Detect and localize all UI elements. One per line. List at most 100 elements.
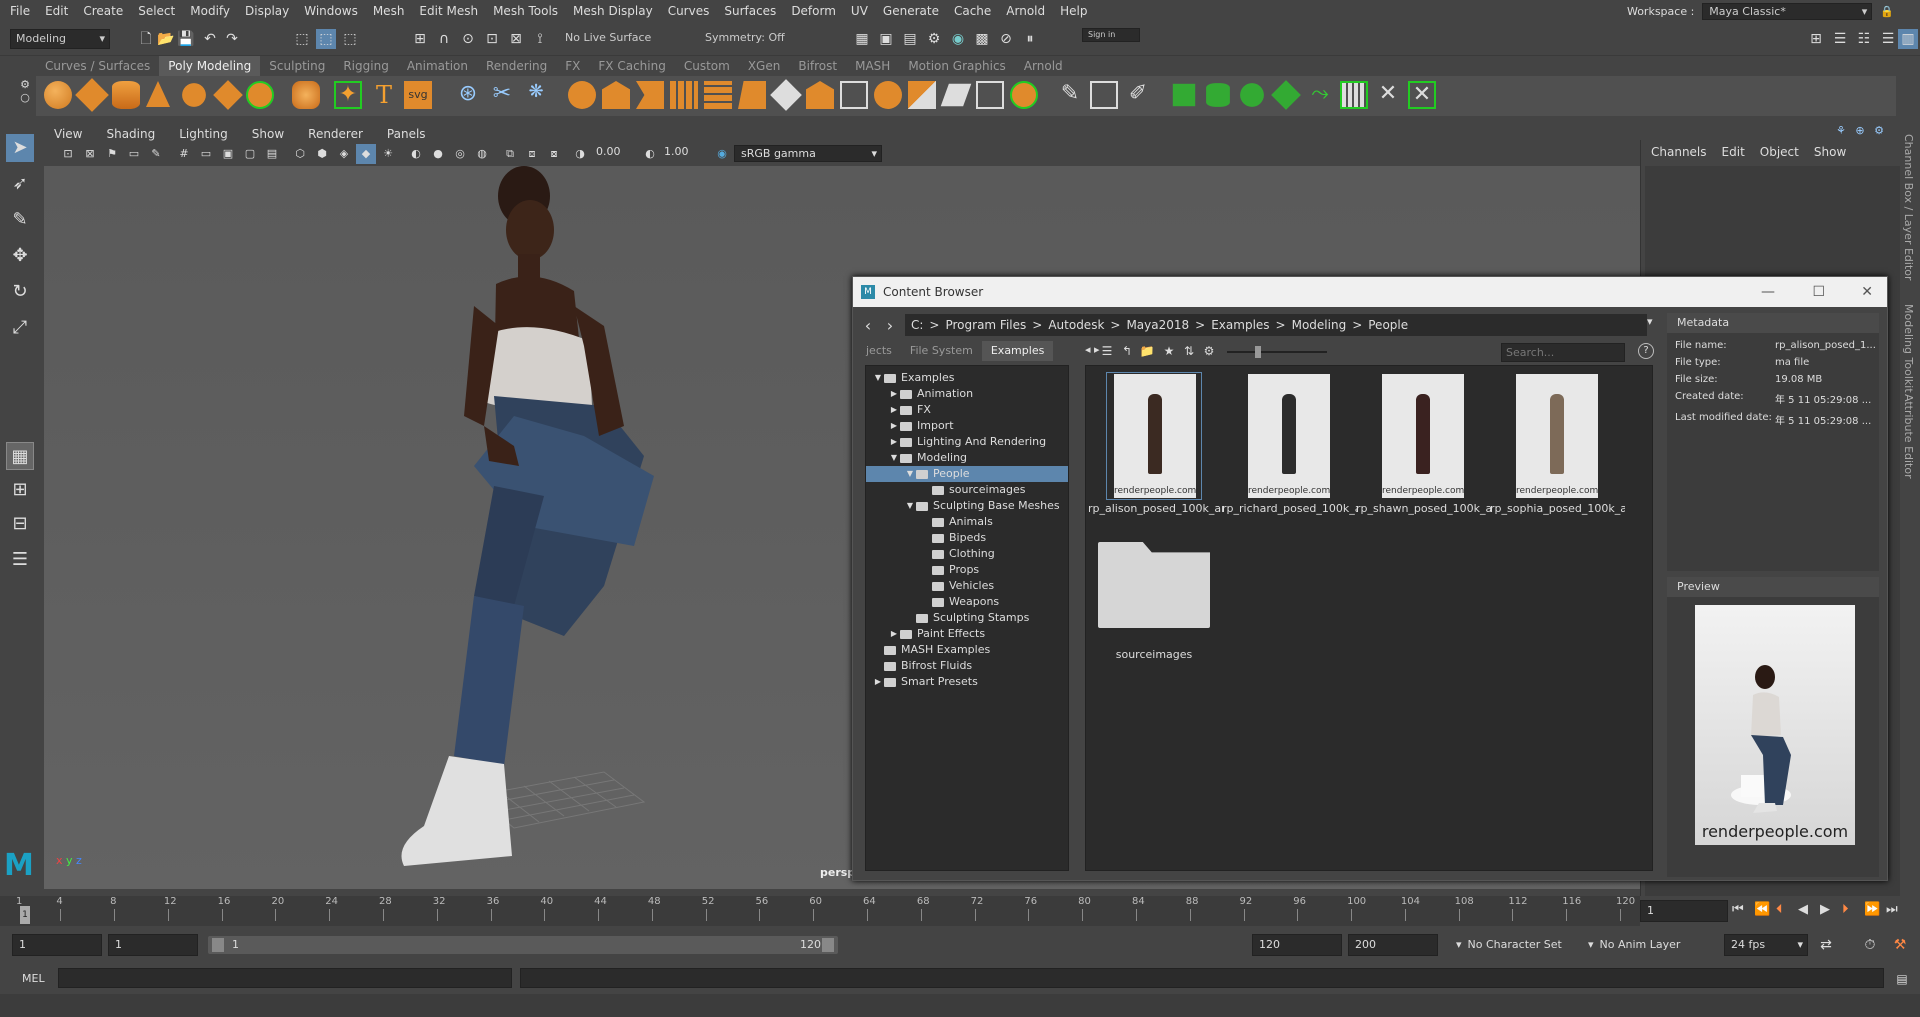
step-forward-key-icon[interactable]: ⏵ bbox=[1842, 902, 1864, 917]
image-plane-icon[interactable]: ▭ bbox=[124, 144, 144, 164]
play-backward-icon[interactable]: ◀ bbox=[1798, 902, 1820, 917]
menu-windows[interactable]: Windows bbox=[304, 4, 358, 18]
poly-plane-icon[interactable] bbox=[213, 80, 243, 110]
menu-deform[interactable]: Deform bbox=[791, 4, 836, 18]
list-view-icon[interactable]: ☰ bbox=[1097, 341, 1117, 361]
open-scene-icon[interactable]: 📂 bbox=[156, 29, 176, 49]
shelf-tab-fx[interactable]: FX bbox=[556, 56, 589, 76]
caret-right-icon[interactable]: ▶ bbox=[888, 418, 900, 434]
ambient-occlusion-icon[interactable]: ● bbox=[428, 144, 448, 164]
viewport-menu-lighting[interactable]: Lighting bbox=[179, 127, 228, 141]
single-perspective-layout-icon[interactable]: ▦ bbox=[6, 442, 34, 470]
svg-icon[interactable]: svg bbox=[404, 81, 432, 109]
caret-right-icon[interactable]: ▶ bbox=[888, 434, 900, 450]
menuset-dropdown[interactable]: Modeling ▾ bbox=[10, 29, 110, 49]
slider-handle[interactable] bbox=[1255, 346, 1261, 358]
color-management-icon[interactable]: ◉ bbox=[712, 144, 732, 164]
shelf-tab-rigging[interactable]: Rigging bbox=[334, 56, 397, 76]
unfold-uv-icon[interactable]: ⤳ bbox=[1306, 81, 1334, 109]
select-tool-icon[interactable]: ➤ bbox=[6, 134, 34, 162]
caret-down-icon[interactable]: ▼ bbox=[872, 370, 884, 386]
menu-mesh-tools[interactable]: Mesh Tools bbox=[493, 4, 558, 18]
shelf-tab-poly-modeling[interactable]: Poly Modeling bbox=[159, 56, 261, 76]
caret-right-icon[interactable]: ▶ bbox=[872, 674, 884, 690]
channel-box-icon[interactable]: ☰ bbox=[1878, 29, 1898, 49]
thumbnail-size-slider[interactable] bbox=[1227, 346, 1327, 358]
xray-joints-icon[interactable]: ⧈ bbox=[522, 144, 542, 164]
lock-icon[interactable]: 🔒 bbox=[1880, 5, 1894, 18]
new-folder-icon[interactable]: 📁 bbox=[1137, 341, 1157, 361]
side-tab-1[interactable]: Channel Box / Layer Editor bbox=[1902, 134, 1915, 281]
mel-label[interactable]: MEL bbox=[22, 972, 45, 985]
viewport-menu-shading[interactable]: Shading bbox=[106, 127, 155, 141]
spherical-uv-icon[interactable] bbox=[1240, 83, 1264, 107]
path-segment[interactable]: People bbox=[1368, 318, 1408, 332]
menu-help[interactable]: Help bbox=[1060, 4, 1087, 18]
menu-select[interactable]: Select bbox=[138, 4, 175, 18]
channel-menu-channels[interactable]: Channels bbox=[1651, 145, 1707, 159]
tree-item[interactable]: Sculpting Stamps bbox=[866, 610, 1068, 626]
menu-mesh[interactable]: Mesh bbox=[373, 4, 405, 18]
mesh-cleanup-icon[interactable] bbox=[1010, 81, 1038, 109]
smooth-icon[interactable]: ❋ bbox=[522, 81, 550, 109]
range-end-handle[interactable] bbox=[822, 938, 834, 952]
shelf-tab-motion-graphics[interactable]: Motion Graphics bbox=[899, 56, 1015, 76]
poly-cone-icon[interactable] bbox=[146, 81, 170, 107]
shelf-tab-custom[interactable]: Custom bbox=[675, 56, 739, 76]
smooth-proxy-icon[interactable] bbox=[874, 81, 902, 109]
poly-sphere-icon[interactable] bbox=[44, 81, 72, 109]
playback-start-field[interactable]: 1 bbox=[108, 934, 198, 956]
animation-start-field[interactable]: 1 bbox=[12, 934, 102, 956]
tree-item[interactable]: ▶ Smart Presets bbox=[866, 674, 1068, 690]
bridge-icon[interactable] bbox=[636, 81, 664, 109]
quadrangulate-icon[interactable] bbox=[940, 83, 972, 107]
channel-menu-object[interactable]: Object bbox=[1760, 145, 1799, 159]
tree-item[interactable]: ▼ People bbox=[866, 466, 1068, 482]
select-object-icon[interactable]: ⬚ bbox=[316, 29, 336, 49]
render-frame-icon[interactable]: ▣ bbox=[876, 29, 896, 49]
rotate-tool-icon[interactable]: ↻ bbox=[6, 278, 34, 306]
symmetry-field[interactable]: Symmetry: Off bbox=[700, 29, 812, 49]
ipr-render-icon[interactable]: ▤ bbox=[900, 29, 920, 49]
pause-viewport-icon[interactable]: ⏸ bbox=[1020, 29, 1040, 49]
save-scene-icon[interactable]: 💾 bbox=[176, 29, 196, 49]
folder-item[interactable] bbox=[1098, 542, 1210, 628]
menu-arnold[interactable]: Arnold bbox=[1006, 4, 1045, 18]
range-slider[interactable]: 1 120 bbox=[208, 936, 838, 954]
caret-down-icon[interactable]: ▼ bbox=[888, 450, 900, 466]
tree-item[interactable]: ▶ Animation bbox=[866, 386, 1068, 402]
gate-mask-icon[interactable]: ▢ bbox=[240, 144, 260, 164]
tree-item[interactable]: Bifrost Fluids bbox=[866, 658, 1068, 674]
animation-end-field[interactable]: 200 bbox=[1348, 934, 1438, 956]
fps-dropdown[interactable]: 24 fps ▾ bbox=[1724, 934, 1808, 956]
tree-item[interactable]: Bipeds bbox=[866, 530, 1068, 546]
colorspace-dropdown[interactable]: sRGB gamma ▾ bbox=[734, 145, 882, 162]
shelf-options-icon[interactable]: ⚙ ○ bbox=[18, 78, 32, 114]
file-thumbnail[interactable]: renderpeople.com bbox=[1516, 374, 1598, 498]
search-input[interactable]: Search... bbox=[1501, 343, 1625, 362]
menu-edit[interactable]: Edit bbox=[45, 4, 68, 18]
script-editor-icon[interactable]: ▤ bbox=[1892, 969, 1912, 989]
poly-text-icon[interactable]: T bbox=[370, 81, 398, 109]
grease-pencil-icon[interactable]: ✎ bbox=[146, 144, 166, 164]
collapse-icon[interactable] bbox=[806, 81, 834, 109]
path-breadcrumb[interactable]: C: > Program Files > Autodesk > Maya2018 > Examp… bbox=[905, 314, 1647, 336]
caret-right-icon[interactable]: ▶ bbox=[888, 386, 900, 402]
append-icon[interactable] bbox=[670, 81, 698, 109]
close-icon[interactable]: ✕ bbox=[1861, 284, 1873, 300]
select-component-icon[interactable]: ⬚ bbox=[340, 29, 360, 49]
cylindrical-uv-icon[interactable] bbox=[1206, 83, 1230, 107]
shelf-tab-curves-surfaces[interactable]: Curves / Surfaces bbox=[36, 56, 159, 76]
resolution-gate-icon[interactable]: ▣ bbox=[218, 144, 238, 164]
uv-editor-icon[interactable] bbox=[1340, 81, 1368, 109]
step-back-icon[interactable]: ⏪ bbox=[1754, 902, 1776, 917]
sign-in-button[interactable]: Sign in bbox=[1082, 28, 1140, 42]
gamma-icon[interactable]: ◐ bbox=[640, 144, 660, 164]
isolate-select-icon[interactable]: ⧇ bbox=[544, 144, 564, 164]
make-live-icon[interactable]: ⟟ bbox=[530, 29, 550, 49]
path-segment[interactable]: Program Files bbox=[945, 318, 1026, 332]
shelf-tab-rendering[interactable]: Rendering bbox=[477, 56, 556, 76]
tool-settings-icon[interactable]: ☷ bbox=[1854, 29, 1874, 49]
menu-file[interactable]: File bbox=[10, 4, 30, 18]
anim-layer-dropdown[interactable]: ▾ No Anim Layer bbox=[1588, 938, 1680, 951]
